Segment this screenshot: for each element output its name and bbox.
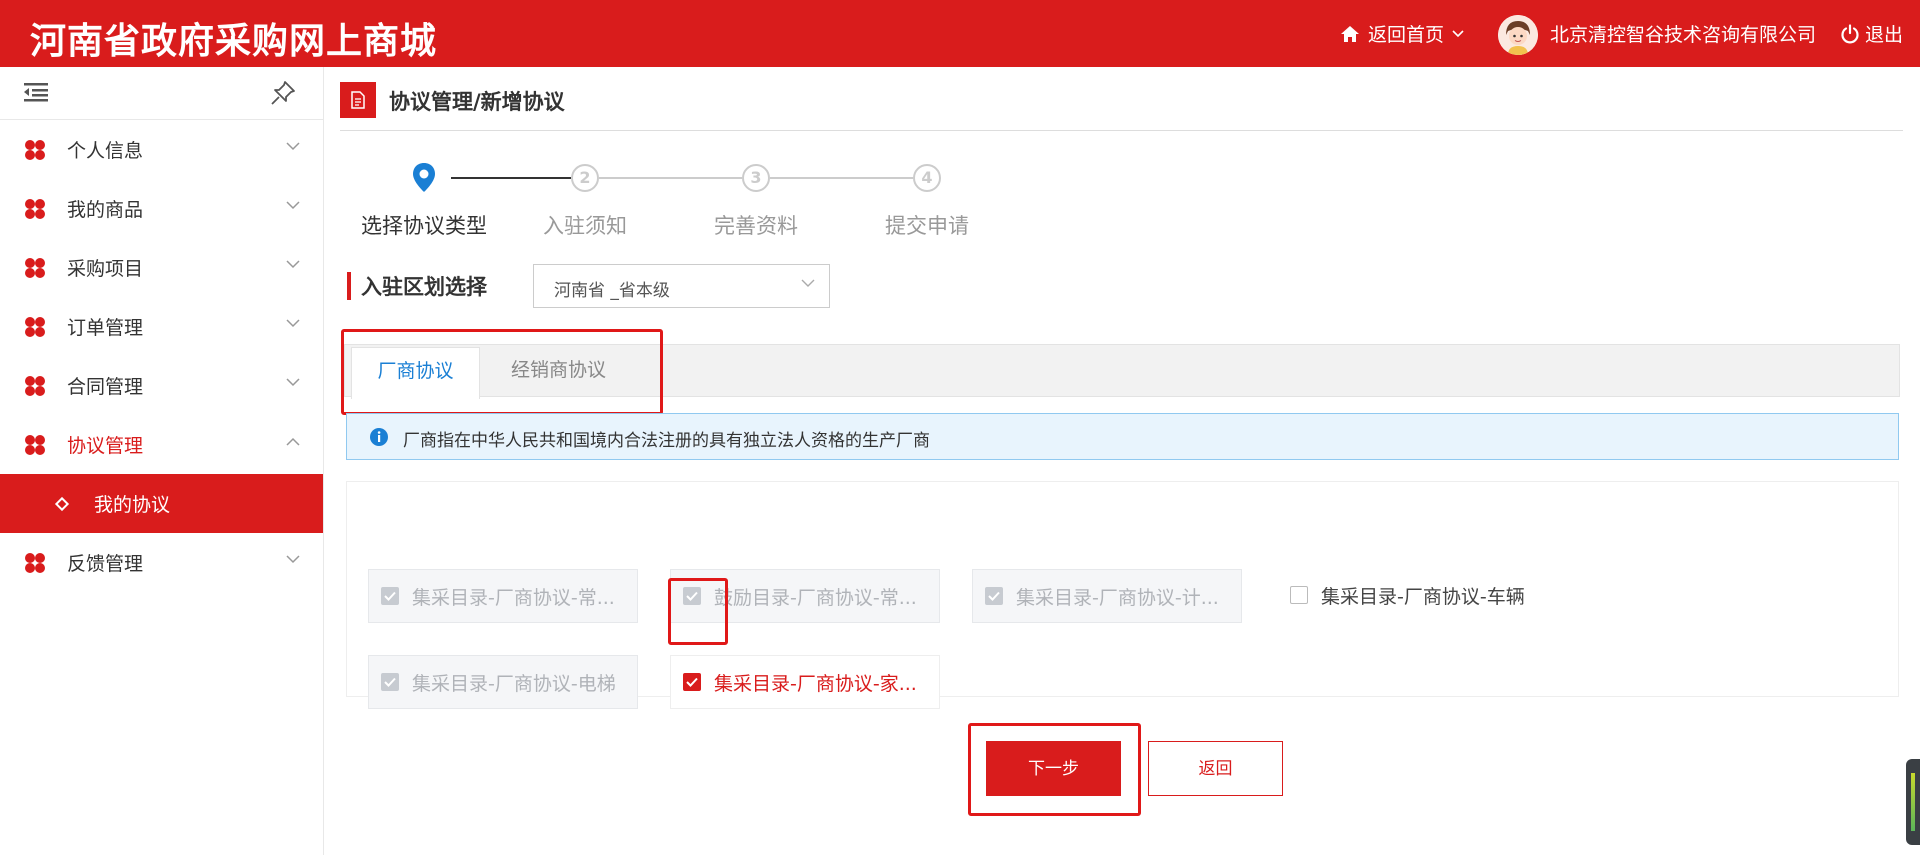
back-button[interactable]: 返回 <box>1148 741 1283 796</box>
clover-icon <box>25 199 45 219</box>
sidebar: 个人信息 我的商品 采购项目 订单管理 合同管理 协议管理 我的协议 反馈管理 <box>0 67 324 855</box>
option-label: 集采目录-厂商协议-家... <box>714 673 917 695</box>
info-alert: 厂商指在中华人民共和国境内合法注册的具有独立法人资格的生产厂商 <box>346 413 1899 460</box>
chevron-down-icon <box>286 555 300 564</box>
checkbox-disabled-icon <box>381 587 399 605</box>
company-name[interactable]: 北京清控智谷技术咨询有限公司 <box>1550 0 1816 67</box>
sidebar-item-feedback[interactable]: 反馈管理 <box>0 533 323 592</box>
step-4-label: 提交申请 <box>885 214 969 238</box>
option-label: 集采目录-厂商协议-车辆 <box>1321 586 1525 608</box>
sidebar-toolbar <box>0 67 323 120</box>
option-label: 鼓励目录-厂商协议-常... <box>714 587 917 609</box>
option-label: 集采目录-厂商协议-常... <box>412 587 615 609</box>
chevron-down-icon <box>286 142 300 151</box>
info-icon <box>370 428 388 446</box>
page-title: 协议管理/新增协议 <box>389 90 565 114</box>
chevron-up-icon <box>286 437 300 446</box>
main-content: 协议管理/新增协议 2 3 4 选择协议类型 入驻须知 完善资料 提交申请 入驻… <box>325 67 1920 855</box>
clover-icon <box>25 376 45 396</box>
chevron-down-icon <box>1452 26 1472 42</box>
checkbox-empty-icon <box>1290 586 1308 604</box>
sidebar-item-label: 我的商品 <box>67 199 144 221</box>
side-widget-handle[interactable] <box>1906 759 1920 845</box>
clover-icon <box>25 258 45 278</box>
clover-icon <box>25 553 45 573</box>
step-2-label: 入驻须知 <box>543 214 627 238</box>
sidebar-item-label: 合同管理 <box>67 376 144 398</box>
step-3-circle: 3 <box>742 164 770 192</box>
option-checkbox[interactable]: 集采目录-厂商协议-常... <box>368 569 638 623</box>
logout-button[interactable]: 退出 <box>1840 0 1903 67</box>
pin-icon[interactable] <box>270 80 296 106</box>
clover-icon <box>25 140 45 160</box>
checkbox-checked-icon <box>683 673 701 691</box>
sidebar-item-agreements[interactable]: 协议管理 <box>0 415 323 474</box>
sidebar-item-label: 个人信息 <box>67 140 144 162</box>
region-label: 入驻区划选择 <box>361 275 487 299</box>
sidebar-item-procurement[interactable]: 采购项目 <box>0 238 323 297</box>
sidebar-item-personal-info[interactable]: 个人信息 <box>0 120 323 179</box>
region-select-value: 河南省 _省本级 <box>554 281 670 301</box>
next-button[interactable]: 下一步 <box>986 741 1121 796</box>
sidebar-item-contracts[interactable]: 合同管理 <box>0 356 323 415</box>
site-logo[interactable]: 河南省政府采购网上商城 <box>30 12 437 64</box>
home-icon <box>1341 25 1359 42</box>
sidebar-item-orders[interactable]: 订单管理 <box>0 297 323 356</box>
clover-icon <box>25 317 45 337</box>
checkbox-disabled-icon <box>985 587 1003 605</box>
step-2-circle: 2 <box>571 164 599 192</box>
step-1-label: 选择协议类型 <box>361 214 487 238</box>
home-link[interactable]: 返回首页 <box>1340 0 1472 67</box>
power-icon <box>1841 23 1859 43</box>
clover-icon <box>25 435 45 455</box>
agreement-tabs: 厂商协议 经销商协议 <box>344 344 1900 399</box>
chevron-down-icon <box>286 201 300 210</box>
location-pin-icon <box>413 163 435 192</box>
step-3-label: 完善资料 <box>714 214 798 238</box>
agreement-options: 集采目录-厂商协议-常... 鼓励目录-厂商协议-常... 集采目录-厂商协议-… <box>346 481 1899 709</box>
tab-manufacturer[interactable]: 厂商协议 <box>351 347 480 399</box>
sidebar-subitem-my-agreements[interactable]: 我的协议 <box>0 474 323 533</box>
checkbox-disabled-icon <box>683 587 701 605</box>
tab-distributor[interactable]: 经销商协议 <box>481 347 636 399</box>
option-checkbox[interactable]: 鼓励目录-厂商协议-常... <box>670 569 940 623</box>
option-checkbox[interactable]: 集采目录-厂商协议-家... <box>670 655 940 709</box>
region-select[interactable]: 河南省 _省本级 <box>533 264 830 308</box>
logout-label: 退出 <box>1865 24 1904 46</box>
option-checkbox[interactable]: 集采目录-厂商协议-车辆 <box>1282 569 1582 623</box>
section-marker <box>347 272 351 300</box>
chevron-down-icon <box>286 260 300 269</box>
collapse-menu-icon[interactable] <box>24 82 48 102</box>
step-connector <box>770 177 913 179</box>
sidebar-item-label: 订单管理 <box>67 317 144 339</box>
diamond-icon <box>54 496 70 512</box>
top-header: 河南省政府采购网上商城 返回首页 北京清控智谷技术咨询有限公司 退出 <box>0 0 1920 67</box>
home-label: 返回首页 <box>1368 24 1445 46</box>
chevron-down-icon <box>801 279 815 287</box>
checkbox-disabled-icon <box>381 673 399 691</box>
option-checkbox[interactable]: 集采目录-厂商协议-电梯 <box>368 655 638 709</box>
option-label: 集采目录-厂商协议-电梯 <box>412 673 616 695</box>
step-connector <box>451 177 571 179</box>
step-connector <box>599 177 742 179</box>
step-4-circle: 4 <box>913 164 941 192</box>
step-indicator: 2 3 4 选择协议类型 入驻须知 完善资料 提交申请 <box>325 160 1025 240</box>
info-text: 厂商指在中华人民共和国境内合法注册的具有独立法人资格的生产厂商 <box>403 431 930 451</box>
widget-level-bar <box>1911 773 1915 831</box>
sidebar-item-my-products[interactable]: 我的商品 <box>0 179 323 238</box>
chevron-down-icon <box>286 378 300 387</box>
document-icon <box>340 82 376 118</box>
sidebar-item-label: 协议管理 <box>67 435 144 457</box>
sidebar-subitem-label: 我的协议 <box>94 494 171 516</box>
option-label: 集采目录-厂商协议-计... <box>1016 587 1219 609</box>
option-checkbox[interactable]: 集采目录-厂商协议-计... <box>972 569 1242 623</box>
chevron-down-icon <box>286 319 300 328</box>
sidebar-item-label: 采购项目 <box>67 258 144 280</box>
sidebar-item-label: 反馈管理 <box>67 553 144 575</box>
avatar[interactable] <box>1498 15 1538 55</box>
page-title-bar: 协议管理/新增协议 <box>340 82 1903 131</box>
